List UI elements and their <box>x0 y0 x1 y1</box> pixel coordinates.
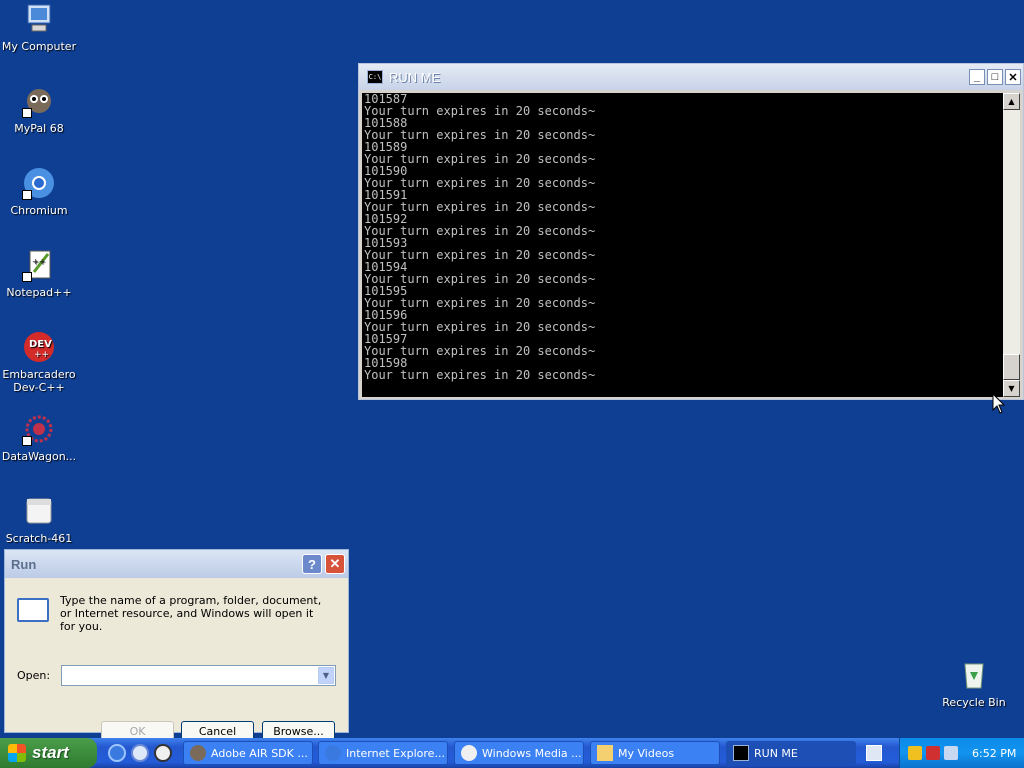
console-line: Your turn expires in 20 seconds~ <box>364 224 596 238</box>
console-icon: C:\ <box>367 70 383 84</box>
console-line: Your turn expires in 20 seconds~ <box>364 128 596 142</box>
security-shield-icon[interactable] <box>908 746 922 760</box>
desktop-icon-label: Embarcadero Dev-C++ <box>2 368 76 394</box>
desktop-icon-recycle-bin[interactable]: Recycle Bin <box>936 658 1012 709</box>
console-line: Your turn expires in 20 seconds~ <box>364 248 596 262</box>
desktop-icon-mypal[interactable]: MyPal 68 <box>1 84 77 135</box>
desktop-icon-label: Notepad++ <box>6 286 72 299</box>
maximize-button[interactable]: □ <box>987 69 1003 85</box>
taskbar-item-my-videos[interactable]: My Videos <box>590 741 720 765</box>
browser-quicklaunch-icon[interactable] <box>131 744 149 762</box>
desktop-icon-label: Recycle Bin <box>942 696 1006 709</box>
taskbar-item-windows-media[interactable]: Windows Media ... <box>454 741 584 765</box>
open-label: Open: <box>17 669 51 682</box>
chevron-down-icon[interactable]: ▼ <box>318 667 334 684</box>
ie-quicklaunch-icon[interactable] <box>108 744 126 762</box>
system-tray: 6:52 PM <box>899 738 1024 768</box>
clock[interactable]: 6:52 PM <box>972 747 1016 760</box>
recycle-bin-icon <box>957 658 991 692</box>
media-player-icon <box>461 745 477 761</box>
run-icon <box>17 598 49 622</box>
console-output[interactable]: 101587 Your turn expires in 20 seconds~ 10… <box>362 93 1004 397</box>
desktop-icon-label: DataWagon... <box>1 450 77 463</box>
close-button[interactable]: ✕ <box>1005 69 1021 85</box>
desktop-icon-label: MyPal 68 <box>14 122 64 135</box>
mypal-icon <box>190 745 206 761</box>
run-description: Type the name of a program, folder, docu… <box>60 594 322 633</box>
scroll-up-arrow-icon[interactable]: ▲ <box>1003 93 1020 110</box>
console-line: Your turn expires in 20 seconds~ <box>364 368 596 382</box>
network-icon[interactable] <box>926 746 940 760</box>
start-button[interactable]: start <box>0 738 97 768</box>
desktop-icon-datawagon[interactable]: DataWagon... <box>1 412 77 463</box>
console-window[interactable]: C:\ RUN ME _ □ ✕ 101587 Your turn expires… <box>358 63 1024 400</box>
console-line: Your turn expires in 20 seconds~ <box>364 296 596 310</box>
taskbar-item-run-me[interactable]: RUN ME <box>726 741 856 765</box>
devcpp-icon: DEV ++ <box>22 330 56 364</box>
desktop-icon-label: Chromium <box>10 204 68 217</box>
start-label: start <box>32 743 69 762</box>
datawagon-icon <box>22 412 56 446</box>
notepadpp-icon: ++ <box>22 248 56 282</box>
desktop-icon-chromium[interactable]: Chromium <box>1 166 77 217</box>
taskbar: start Adobe AIR SDK ... Internet Explore… <box>0 738 1024 768</box>
scroll-thumb[interactable] <box>1003 354 1020 380</box>
console-scrollbar[interactable]: ▲ ▼ <box>1003 93 1020 397</box>
desktop-icon-label: My Computer <box>1 40 77 53</box>
svg-text:++: ++ <box>32 257 45 266</box>
keyboard-icon[interactable] <box>866 745 882 761</box>
ie-icon <box>325 745 341 761</box>
chromium-icon <box>22 166 56 200</box>
desktop-icon-devcpp[interactable]: DEV ++ Embarcadero Dev-C++ <box>1 330 77 394</box>
run-titlebar[interactable]: Run ? ✕ <box>5 550 348 578</box>
minimize-button[interactable]: _ <box>969 69 985 85</box>
taskbar-item-adobe-air[interactable]: Adobe AIR SDK ... <box>183 741 313 765</box>
run-dialog[interactable]: Run ? ✕ Type the name of a program, fold… <box>4 549 349 742</box>
my-computer-icon <box>22 2 56 36</box>
close-button[interactable]: ✕ <box>325 554 345 574</box>
console-line: Your turn expires in 20 seconds~ <box>364 272 596 286</box>
taskbar-item-internet-explorer[interactable]: Internet Explore... <box>318 741 448 765</box>
svg-text:++: ++ <box>34 350 49 360</box>
mouse-cursor-icon <box>992 393 1006 414</box>
console-line: Your turn expires in 20 seconds~ <box>364 104 596 118</box>
mypal-icon <box>22 84 56 118</box>
media-quicklaunch-icon[interactable] <box>154 744 172 762</box>
console-titlebar[interactable]: C:\ RUN ME _ □ ✕ <box>359 64 1023 90</box>
console-line: Your turn expires in 20 seconds~ <box>364 320 596 334</box>
desktop-icon-scratch[interactable]: Scratch-461 <box>1 494 77 545</box>
console-line: Your turn expires in 20 seconds~ <box>364 344 596 358</box>
scratch-icon <box>22 494 56 528</box>
desktop-icon-label: Scratch-461 <box>5 532 73 545</box>
console-icon <box>733 745 749 761</box>
console-title: RUN ME <box>389 69 441 85</box>
help-button[interactable]: ? <box>302 554 322 574</box>
folder-icon <box>597 745 613 761</box>
svg-text:DEV: DEV <box>29 339 52 350</box>
console-line: Your turn expires in 20 seconds~ <box>364 152 596 166</box>
console-line: Your turn expires in 20 seconds~ <box>364 200 596 214</box>
console-line: Your turn expires in 20 seconds~ <box>364 176 596 190</box>
desktop-icon-my-computer[interactable]: My Computer <box>1 2 77 53</box>
open-input[interactable] <box>61 665 336 686</box>
windows-flag-icon <box>8 744 26 762</box>
desktop-icon-notepadpp[interactable]: ++ Notepad++ <box>1 248 77 299</box>
run-title: Run <box>11 556 37 572</box>
volume-icon[interactable] <box>944 746 958 760</box>
